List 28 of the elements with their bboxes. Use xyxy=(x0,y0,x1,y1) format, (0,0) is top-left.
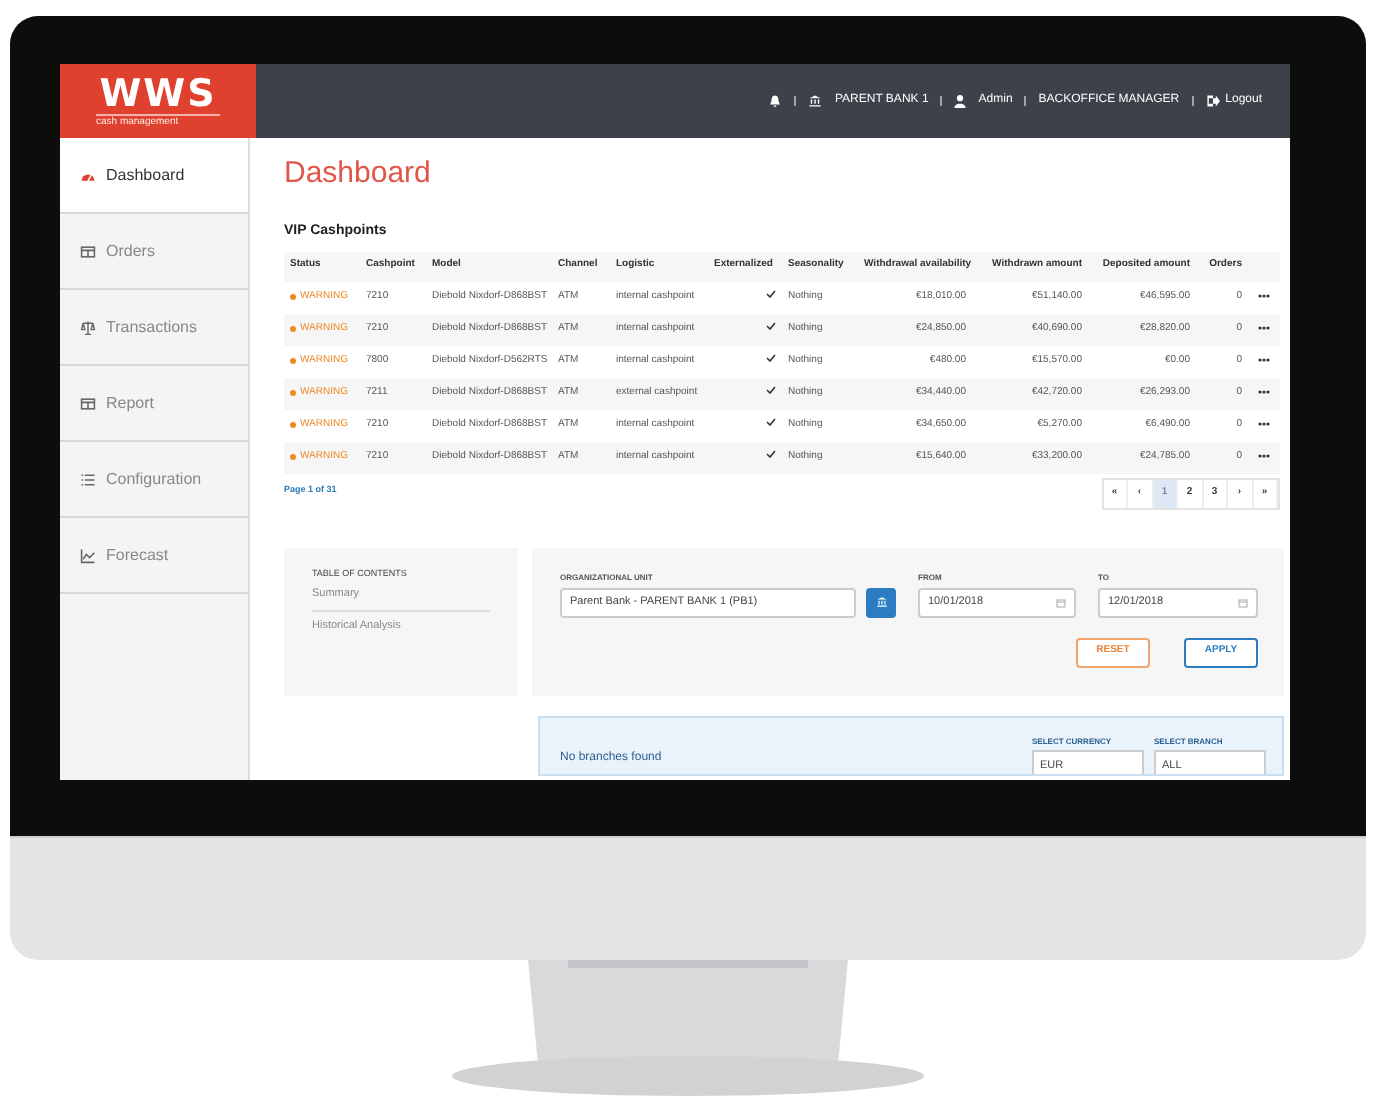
logout-icon xyxy=(1205,94,1220,108)
logo-text: WWS xyxy=(99,75,217,113)
more-icon xyxy=(1258,389,1270,394)
notification-bell-icon xyxy=(768,94,783,108)
page-title: Dashboard xyxy=(284,156,433,192)
calendar-icon xyxy=(1056,597,1066,607)
more-icon xyxy=(1258,453,1270,458)
menu-item-icon xyxy=(80,471,96,487)
menu-item-icon xyxy=(80,395,96,411)
more-button[interactable] xyxy=(1258,453,1270,458)
menu-item-icon xyxy=(80,547,96,563)
more-icon xyxy=(1258,293,1270,298)
more-icon xyxy=(1258,357,1270,362)
menu-item-icon xyxy=(80,319,96,335)
more-button[interactable] xyxy=(1258,293,1270,298)
user-icon xyxy=(954,94,967,108)
bank-icon xyxy=(808,94,823,108)
more-button[interactable] xyxy=(1258,421,1270,426)
sidebar-item[interactable]: Dashboard xyxy=(60,138,248,214)
more-button[interactable] xyxy=(1258,357,1270,362)
more-icon xyxy=(1258,421,1270,426)
calendar-icon xyxy=(1238,597,1248,607)
more-button[interactable] xyxy=(1258,389,1270,394)
bank-icon xyxy=(875,596,887,608)
more-icon xyxy=(1258,325,1270,330)
bank-picker-button[interactable] xyxy=(866,587,896,617)
more-button[interactable] xyxy=(1258,325,1270,330)
menu-item-icon xyxy=(80,243,96,259)
